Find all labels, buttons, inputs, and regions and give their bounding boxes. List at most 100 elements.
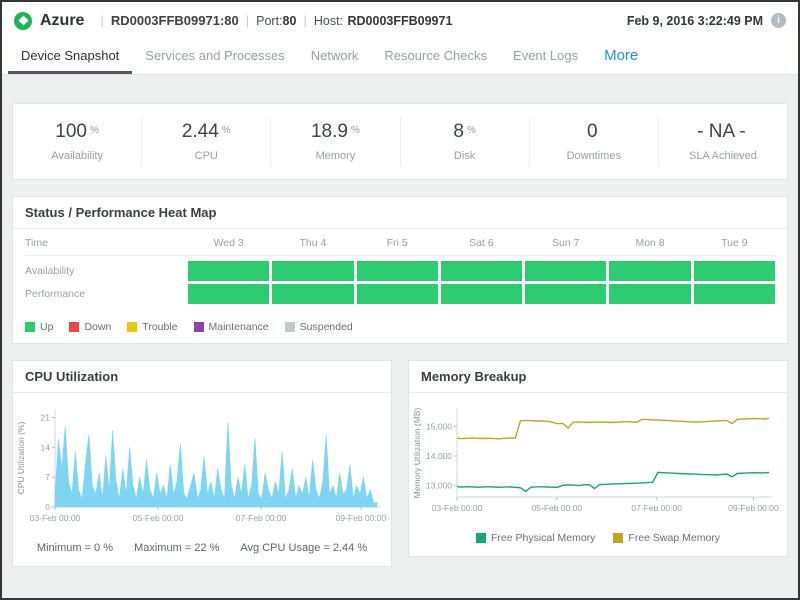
legend-swatch [127,322,137,332]
separator: | [246,13,249,28]
cpu-utilization-chart[interactable]: 07142103-Feb 00:0005-Feb 00:0007-Feb 00:… [15,401,387,531]
legend-item-down: Down [69,321,111,333]
heatmap-cell[interactable] [694,284,775,304]
heatmap-day-header: Mon 8 [609,231,690,255]
svg-text:0: 0 [45,502,50,512]
svg-text:09-Feb 00:00: 09-Feb 00:00 [336,513,387,523]
host-value: RD0003FFB09971 [347,14,452,28]
stat-value: - NA - [659,121,787,143]
svg-text:05-Feb 00:00: 05-Feb 00:00 [133,513,184,523]
device-address: RD0003FFB09971:80 [111,13,239,28]
heatmap-cell[interactable] [525,261,606,281]
cpu-average: Avg CPU Usage = 2.44 % [240,542,367,554]
svg-text:15,000: 15,000 [426,422,452,432]
timestamp: Feb 9, 2016 3:22:49 PM [627,14,763,28]
heatmap-cell[interactable] [441,261,522,281]
stat-availability: 100% Availability [13,117,141,166]
svg-text:07-Feb 00:00: 07-Feb 00:00 [631,503,682,513]
tab-more[interactable]: More [591,39,651,74]
svg-text:07-Feb 00:00: 07-Feb 00:00 [236,513,287,523]
stat-label: CPU [142,150,270,162]
stat-memory: 18.9% Memory [270,117,399,166]
legend-item-trouble: Trouble [127,321,177,333]
heatmap-cell[interactable] [357,261,438,281]
tab-network[interactable]: Network [298,39,372,74]
heatmap-time-header: Time [25,231,185,255]
legend-swatch [194,322,204,332]
stat-value: 2.44% [142,121,270,143]
cpu-chart-title: CPU Utilization [13,361,391,393]
port-value: 80 [283,14,297,28]
svg-text:09-Feb 00:00: 09-Feb 00:00 [728,503,779,513]
heatmap-cell[interactable] [272,261,353,281]
heatmap-table: Time Wed 3 Thu 4 Fri 5 Sat 6 Sun 7 Mon 8… [13,229,787,315]
svg-text:Memory Utilization (MB): Memory Utilization (MB) [412,407,422,498]
heatmap-title: Status / Performance Heat Map [13,197,787,229]
legend-item-maintenance: Maintenance [194,321,269,333]
cpu-chart-wrap: 07142103-Feb 00:0005-Feb 00:0007-Feb 00:… [13,393,391,538]
legend-swatch [476,533,486,543]
heatmap-day-header: Sat 6 [441,231,522,255]
tab-services-and-processes[interactable]: Services and Processes [132,39,297,74]
heatmap-cell[interactable] [357,284,438,304]
legend-item-up: Up [25,321,53,333]
svg-text:05-Feb 00:00: 05-Feb 00:00 [532,503,583,513]
heatmap-card: Status / Performance Heat Map Time Wed 3… [12,196,788,344]
heatmap-cell[interactable] [694,261,775,281]
charts-row: CPU Utilization 07142103-Feb 00:0005-Feb… [12,360,788,567]
memory-breakup-chart[interactable]: 13,00014,00015,00003-Feb 00:0005-Feb 00:… [411,401,779,521]
heatmap-row-availability: Availability [25,261,775,281]
stat-label: Availability [13,150,141,162]
tab-bar: Device Snapshot Services and Processes N… [2,39,798,75]
svg-text:21: 21 [41,413,51,423]
legend-swatch [25,322,35,332]
cpu-maximum: Maximum = 22 % [134,542,219,554]
svg-text:03-Feb 00:00: 03-Feb 00:00 [30,513,81,523]
heatmap-cell[interactable] [188,284,269,304]
stats-card: 100% Availability 2.44% CPU 18.9% Memory… [12,103,788,180]
legend-swatch [285,322,295,332]
port-label: Port: [256,14,282,28]
memory-chart-wrap: 13,00014,00015,00003-Feb 00:0005-Feb 00:… [409,393,787,528]
heatmap-day-header: Fri 5 [357,231,438,255]
stat-value: 18.9% [271,121,399,143]
legend-item-free-swap-memory[interactable]: Free Swap Memory [613,532,720,544]
memory-chart-title: Memory Breakup [409,361,787,393]
info-icon[interactable]: i [771,13,786,28]
heatmap-day-header: Tue 9 [694,231,775,255]
heatmap-cell[interactable] [609,284,690,304]
heatmap-row-label: Availability [25,265,185,277]
heatmap-day-header: Thu 4 [272,231,353,255]
top-bar: Azure | RD0003FFB09971:80 | Port:80 | Ho… [2,2,798,39]
heatmap-cell[interactable] [272,284,353,304]
stat-label: Disk [401,150,529,162]
tab-resource-checks[interactable]: Resource Checks [371,39,500,74]
tab-event-logs[interactable]: Event Logs [500,39,591,74]
svg-text:03-Feb 00:00: 03-Feb 00:00 [432,503,483,513]
stat-downtimes: 0 Downtimes [529,117,658,166]
svg-text:CPU Utilization (%): CPU Utilization (%) [16,421,26,494]
legend-item-suspended: Suspended [285,321,353,333]
heatmap-header-row: Time Wed 3 Thu 4 Fri 5 Sat 6 Sun 7 Mon 8… [25,231,775,256]
legend-swatch [613,533,623,543]
tab-device-snapshot[interactable]: Device Snapshot [8,39,132,74]
separator: | [100,13,103,28]
dashboard-window: Azure | RD0003FFB09971:80 | Port:80 | Ho… [0,0,800,600]
heatmap-cell[interactable] [441,284,522,304]
heatmap-day-header: Sun 7 [525,231,606,255]
stat-cpu: 2.44% CPU [141,117,270,166]
legend-item-free-physical-memory[interactable]: Free Physical Memory [476,532,595,544]
separator: | [303,13,306,28]
heatmap-row-label: Performance [25,288,185,300]
heatmap-cell[interactable] [188,261,269,281]
svg-text:14,000: 14,000 [426,451,452,461]
heatmap-row-performance: Performance [25,284,775,304]
stat-value: 0 [530,121,658,143]
memory-breakup-card: Memory Breakup 13,00014,00015,00003-Feb … [408,360,788,557]
heatmap-cell[interactable] [609,261,690,281]
heatmap-cell[interactable] [525,284,606,304]
host-label: Host: [314,14,343,28]
cpu-utilization-card: CPU Utilization 07142103-Feb 00:0005-Feb… [12,360,392,567]
memory-chart-legend: Free Physical Memory Free Swap Memory [409,528,787,556]
stat-label: SLA Achieved [659,150,787,162]
